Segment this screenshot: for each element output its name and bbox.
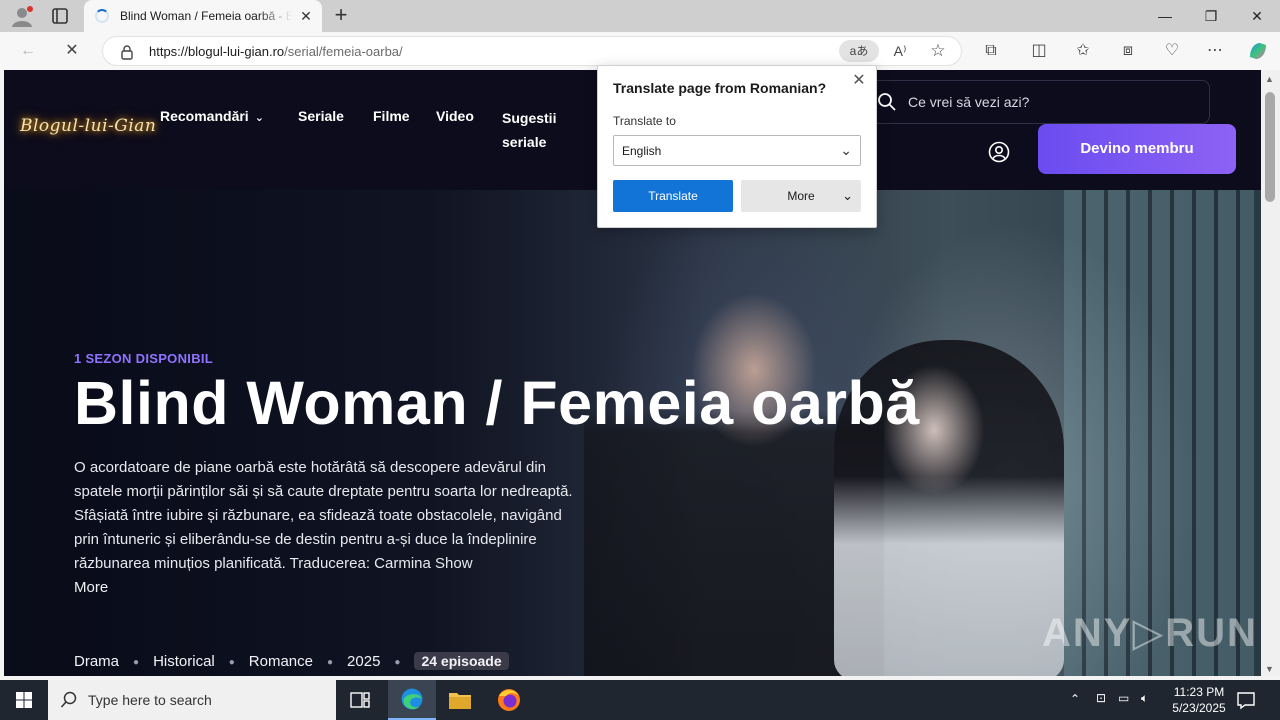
scroll-up-icon[interactable]: ▲: [1265, 74, 1274, 84]
nav-label: Recomandări: [160, 108, 249, 124]
nav-filme[interactable]: Filme: [373, 108, 410, 124]
show-title: Blind Woman / Femeia oarbă: [74, 369, 920, 437]
active-tab[interactable]: Blind Woman / Femeia oarbă - Blogul-lui-…: [84, 0, 322, 32]
translate-popup: Translate page from Romanian? ✕ Translat…: [597, 65, 877, 228]
minimize-button[interactable]: —: [1142, 0, 1188, 32]
translate-popup-title: Translate page from Romanian?: [613, 80, 827, 96]
search-placeholder: Ce vrei să vezi azi?: [908, 94, 1030, 110]
windows-start-icon[interactable]: [0, 680, 48, 720]
tab-title: Blind Woman / Femeia oarbă - Blogul-lui-…: [120, 9, 292, 23]
extensions-icon[interactable]: ⧉: [979, 39, 1003, 63]
more-options-button[interactable]: More ⌄: [741, 180, 861, 212]
tag-genre[interactable]: Romance: [249, 653, 313, 670]
tag-genre[interactable]: Historical: [153, 653, 215, 670]
chevron-down-icon: ⌄: [254, 112, 264, 124]
nav-video[interactable]: Video: [436, 108, 474, 124]
translate-icon[interactable]: aあ: [839, 40, 879, 62]
favorites-icon[interactable]: ✩: [1071, 39, 1095, 63]
close-window-button[interactable]: ✕: [1234, 0, 1280, 32]
url-host: https://blogul-lui-gian.ro: [149, 44, 285, 59]
restore-button[interactable]: ❐: [1188, 0, 1234, 32]
episodes-badge: 24 episoade: [414, 652, 509, 670]
edge-browser-icon[interactable]: [388, 680, 436, 720]
more-link[interactable]: More: [74, 576, 574, 600]
show-hidden-icons[interactable]: ⌃: [1070, 692, 1080, 720]
address-bar[interactable]: https://blogul-lui-gian.ro/serial/femeia…: [102, 36, 962, 66]
loading-spinner-icon: [95, 9, 109, 23]
stop-loading-icon[interactable]: ✕: [60, 39, 84, 63]
back-arrow-icon[interactable]: ←: [16, 39, 40, 63]
tab-close-icon[interactable]: ✕: [296, 6, 316, 26]
file-explorer-icon[interactable]: [436, 680, 484, 720]
favorite-star-icon[interactable]: ☆: [927, 40, 949, 62]
firefox-icon[interactable]: [485, 680, 533, 720]
more-button-label: More: [787, 189, 815, 203]
translate-to-label: Translate to: [613, 114, 676, 128]
tag-year: 2025: [347, 653, 381, 670]
translate-button[interactable]: Translate: [613, 180, 733, 212]
site-search-input[interactable]: Ce vrei să vezi azi?: [864, 80, 1210, 124]
split-screen-icon[interactable]: ◫: [1027, 39, 1051, 63]
volume-icon[interactable]: 🔈︎: [1141, 691, 1148, 720]
read-aloud-icon[interactable]: A⁾: [889, 40, 911, 62]
url-text[interactable]: https://blogul-lui-gian.ro/serial/femeia…: [149, 44, 403, 59]
nav-seriale[interactable]: Seriale: [298, 108, 344, 124]
collections-icon[interactable]: ⧈: [1116, 39, 1140, 63]
hero-background: [1064, 190, 1254, 676]
profile-icon[interactable]: [10, 5, 34, 27]
selected-language: English: [622, 144, 662, 158]
page-scrollbar[interactable]: ▲ ▼: [1261, 70, 1280, 676]
network-icon[interactable]: ▭: [1118, 691, 1129, 720]
synopsis-text: O acordatoare de piane oarbă este hotărâ…: [74, 459, 573, 572]
windows-taskbar: Type here to search ⌃ ⊡ ▭ 🔈︎ 11:23 PM 5/…: [0, 680, 1280, 720]
separator-dot: ●: [228, 656, 235, 668]
task-view-icon[interactable]: [336, 680, 384, 720]
clock-time: 11:23 PM: [1173, 685, 1225, 699]
close-icon[interactable]: ✕: [850, 72, 868, 90]
copilot-icon[interactable]: [1246, 39, 1270, 63]
system-clock[interactable]: 11:23 PM 5/23/2025: [1160, 684, 1238, 716]
security-tray-icon[interactable]: ⊡: [1096, 691, 1106, 720]
anyrun-watermark: ANY▷RUN: [1042, 611, 1258, 655]
tag-genre[interactable]: Drama: [74, 653, 119, 670]
scrollbar-thumb[interactable]: [1265, 92, 1275, 202]
chevron-down-icon: ⌄: [842, 188, 853, 203]
chevron-down-icon: ⌄: [840, 142, 852, 158]
browser-essentials-icon[interactable]: ♡: [1160, 39, 1184, 63]
tab-actions-icon[interactable]: [50, 6, 70, 26]
separator-dot: ●: [394, 656, 401, 668]
become-member-button[interactable]: Devino membru: [1038, 124, 1236, 174]
taskbar-search-input[interactable]: Type here to search: [48, 680, 336, 720]
separator-dot: ●: [133, 656, 140, 668]
tab-strip: Blind Woman / Femeia oarbă - Blogul-lui-…: [0, 0, 1280, 32]
separator-dot: ●: [327, 656, 334, 668]
notification-icon[interactable]: [1236, 690, 1256, 710]
scroll-down-icon[interactable]: ▼: [1265, 664, 1274, 674]
target-language-select[interactable]: English ⌄: [613, 135, 861, 166]
show-tags: Drama ● Historical ● Romance ● 2025 ● 24 episoad…: [74, 652, 509, 670]
search-icon: [878, 93, 896, 111]
new-tab-button[interactable]: +: [330, 4, 352, 27]
user-account-icon[interactable]: [988, 141, 1010, 163]
season-label: 1 SEZON DISPONIBIL: [74, 351, 214, 366]
url-path: /serial/femeia-oarba/: [284, 44, 403, 59]
site-logo[interactable]: Blogul-lui-Gian: [20, 116, 156, 136]
clock-date: 5/23/2025: [1172, 701, 1226, 715]
show-synopsis: O acordatoare de piane oarbă este hotărâ…: [74, 456, 574, 600]
nav-recomandari[interactable]: Recomandări ⌄: [160, 108, 264, 124]
lock-icon[interactable]: [119, 44, 135, 60]
nav-sugestii-seriale[interactable]: Sugestii seriale: [502, 106, 572, 154]
settings-more-icon[interactable]: ⋯: [1203, 39, 1227, 63]
taskbar-search-placeholder: Type here to search: [88, 692, 212, 708]
search-icon: [60, 691, 77, 708]
